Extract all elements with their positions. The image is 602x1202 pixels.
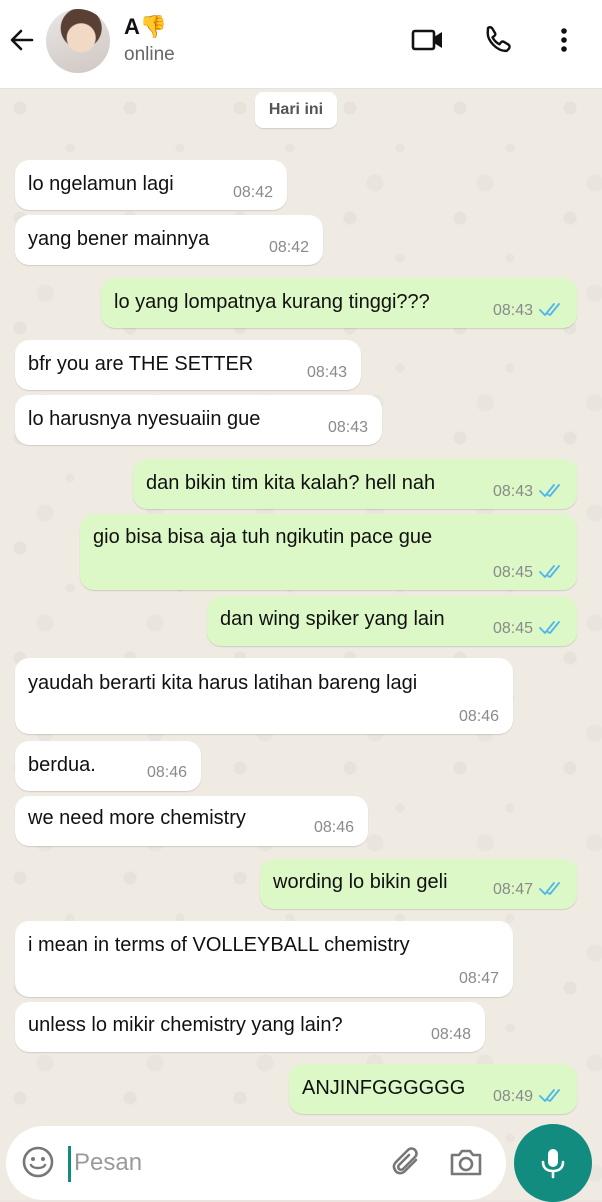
camera-icon[interactable] [446, 1144, 486, 1180]
video-call-icon[interactable] [410, 24, 446, 56]
message-bubble-incoming[interactable]: i mean in terms of VOLLEYBALL chemistry … [15, 921, 513, 997]
message-text: dan bikin tim kita kalah? hell nah [146, 472, 436, 494]
contact-name-text: A [124, 14, 140, 39]
message-time: 08:42 [268, 239, 309, 256]
more-vertical-icon[interactable] [548, 24, 580, 56]
emoji-icon[interactable] [20, 1144, 56, 1180]
message-time: 08:43 [306, 364, 347, 381]
message-bubble-incoming[interactable]: lo ngelamun lagi 08:42 [15, 160, 287, 210]
message-time: 08:46 [313, 819, 354, 836]
message-time: 08:47 [492, 881, 533, 898]
message-time: 08:46 [146, 764, 187, 781]
chat-header: A👎 online [0, 0, 602, 89]
double-check-icon [539, 621, 560, 634]
message-time: 08:46 [458, 708, 499, 725]
message-bubble-incoming[interactable]: yang bener mainnya 08:42 [15, 215, 323, 265]
message-bubble-outgoing[interactable]: lo yang lompatnya kurang tinggi??? 08:43 [101, 278, 577, 328]
message-text: i mean in terms of VOLLEYBALL chemistry [28, 934, 410, 956]
message-time: 08:45 [492, 620, 533, 637]
message-bubble-outgoing[interactable]: dan bikin tim kita kalah? hell nah 08:43 [133, 459, 577, 509]
message-text: unless lo mikir chemistry yang lain? [28, 1014, 343, 1036]
message-text: bfr you are THE SETTER [28, 353, 254, 375]
message-text: dan wing spiker yang lain [220, 608, 445, 630]
message-time: 08:48 [430, 1026, 471, 1043]
message-text: we need more chemistry [28, 807, 246, 829]
message-time: 08:43 [327, 419, 368, 436]
avatar[interactable] [46, 9, 110, 73]
phone-icon[interactable] [480, 24, 516, 56]
date-chip: Hari ini [255, 92, 337, 128]
contact-status: online [124, 44, 175, 65]
message-bubble-outgoing[interactable]: wording lo bikin geli 08:47 [260, 859, 577, 909]
message-bubble-outgoing[interactable]: dan wing spiker yang lain 08:45 [207, 596, 577, 646]
message-bubble-incoming[interactable]: unless lo mikir chemistry yang lain? 08:… [15, 1002, 485, 1052]
message-time: 08:43 [492, 483, 533, 500]
message-input[interactable] [68, 1140, 376, 1186]
double-check-icon [539, 565, 560, 578]
message-time: 08:42 [232, 184, 273, 201]
message-time: 08:43 [492, 302, 533, 319]
message-text: berdua. [28, 754, 96, 776]
message-bubble-incoming[interactable]: yaudah berarti kita harus latihan bareng… [15, 658, 513, 734]
message-bubble-incoming[interactable]: lo harusnya nyesuaiin gue 08:43 [15, 395, 382, 445]
double-check-icon [539, 1089, 560, 1102]
message-text: yaudah berarti kita harus latihan bareng… [28, 672, 418, 694]
message-text: wording lo bikin geli [273, 871, 448, 893]
microphone-button[interactable] [514, 1124, 592, 1202]
message-bubble-incoming[interactable]: we need more chemistry 08:46 [15, 796, 368, 846]
double-check-icon [539, 303, 560, 316]
double-check-icon [539, 484, 560, 497]
message-text: yang bener mainnya [28, 228, 210, 250]
message-composer [6, 1126, 506, 1200]
double-check-icon [539, 882, 560, 895]
message-text: ANJINFGGGGGG [302, 1077, 466, 1099]
message-time: 08:49 [492, 1088, 533, 1105]
arrow-left-icon[interactable] [6, 24, 38, 56]
message-time: 08:47 [458, 970, 499, 987]
contact-name[interactable]: A👎 [124, 14, 167, 40]
message-bubble-incoming[interactable]: bfr you are THE SETTER 08:43 [15, 340, 361, 390]
thumbs-down-emoji: 👎 [139, 14, 168, 39]
microphone-icon [541, 1149, 565, 1179]
message-time: 08:45 [492, 564, 533, 581]
message-text: lo ngelamun lagi [28, 173, 174, 195]
message-text: lo yang lompatnya kurang tinggi??? [114, 291, 430, 313]
message-bubble-incoming[interactable]: berdua. 08:46 [15, 741, 201, 791]
paperclip-icon[interactable] [390, 1144, 426, 1180]
message-text: gio bisa bisa aja tuh ngikutin pace gue [93, 526, 433, 548]
message-bubble-outgoing[interactable]: ANJINFGGGGGG 08:49 [289, 1064, 577, 1114]
message-text: lo harusnya nyesuaiin gue [28, 408, 261, 430]
message-bubble-outgoing[interactable]: gio bisa bisa aja tuh ngikutin pace gue … [80, 514, 577, 590]
